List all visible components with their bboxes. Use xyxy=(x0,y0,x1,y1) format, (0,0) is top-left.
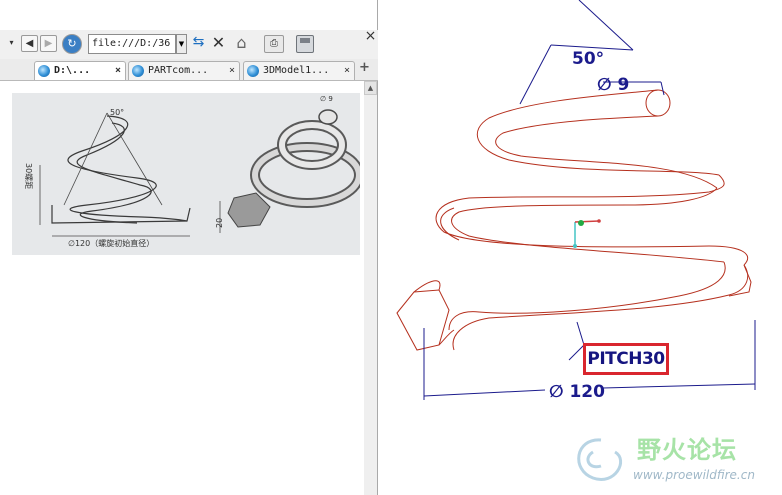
shaded-spring-render xyxy=(227,109,364,228)
tab-strip: D:\... × PARTcom... × 3DModel1... × + xyxy=(0,59,378,81)
scroll-up-arrow-icon[interactable]: ▲ xyxy=(364,81,377,95)
conical-spring-sketch xyxy=(51,115,191,224)
csys-marker xyxy=(573,219,601,248)
sketch-height-label: 20 xyxy=(215,218,224,228)
tab-2[interactable]: PARTcom... × xyxy=(128,61,240,80)
sketch-wire-label: ∅ 9 xyxy=(320,95,333,103)
back-icon[interactable]: ◀ xyxy=(21,35,38,52)
watermark-text: 野火论坛 xyxy=(637,436,737,464)
coil-wireframe xyxy=(396,89,752,351)
reference-drawing-svg: 50° ∅120（螺旋初始直径） 30螺距 20 ∅ 9 xyxy=(24,95,364,248)
tab-2-label: PARTcom... xyxy=(148,65,209,76)
cad-viewport-svg: 50° ∅ 9 ∅ 120 xyxy=(396,0,756,481)
sketch-pitch-label: 30螺距 xyxy=(24,163,34,189)
vertical-scrollbar[interactable]: ▲ xyxy=(364,81,377,495)
tab-1-label: D:\... xyxy=(54,65,91,76)
ie-page-icon xyxy=(132,65,144,77)
pitch-label-highlight[interactable]: PITCH30 xyxy=(583,343,669,375)
save-icon-shutter xyxy=(300,38,310,43)
address-dropdown-icon[interactable]: ▼ xyxy=(176,34,187,54)
sketch-angle-label: 50° xyxy=(110,108,124,117)
browser-toolbar: ▾ ◀ ▶ ↻ file:///D:/36 ▼ ⇆ ✕ ⌂ ⎙ × xyxy=(0,29,379,60)
pitch-label: PITCH30 xyxy=(587,349,665,369)
tab-1-close-icon[interactable]: × xyxy=(115,62,121,79)
cad-viewport[interactable]: 50° ∅ 9 ∅ 120 PITCH30 野火论坛 www.proewildf… xyxy=(379,0,782,495)
tab-3[interactable]: 3DModel1... × xyxy=(243,61,355,80)
tab-2-close-icon[interactable]: × xyxy=(229,62,235,79)
home-icon[interactable]: ⌂ xyxy=(233,35,250,52)
toolbar-menu-icon[interactable]: ▾ xyxy=(3,35,20,52)
coil-top-end xyxy=(645,89,671,117)
cad-diameter-dimension[interactable]: ∅ 120 xyxy=(549,382,605,402)
tab-3-close-icon[interactable]: × xyxy=(344,62,350,79)
new-tab-button[interactable]: + xyxy=(359,60,370,75)
watermark-logo-icon xyxy=(577,438,622,481)
forward-icon[interactable]: ▶ xyxy=(40,35,57,52)
stop-icon[interactable]: ✕ xyxy=(210,35,227,52)
ie-page-icon xyxy=(247,65,259,77)
history-icon[interactable]: ↻ xyxy=(62,34,82,54)
sketch-dimensions xyxy=(39,112,221,237)
coil-bottom-end xyxy=(396,289,450,351)
address-field[interactable]: file:///D:/36 xyxy=(88,34,176,54)
ie-page-icon xyxy=(38,65,50,77)
save-icon[interactable] xyxy=(296,35,314,53)
sketch-diameter-label: ∅120（螺旋初始直径） xyxy=(68,238,154,248)
cad-angle-dimension[interactable]: 50° xyxy=(572,49,604,69)
watermark-url: www.proewildfire.cn xyxy=(633,468,755,482)
print-icon[interactable]: ⎙ xyxy=(264,35,284,53)
panel-close-icon[interactable]: × xyxy=(362,29,379,46)
reference-drawing-image: 50° ∅120（螺旋初始直径） 30螺距 20 ∅ 9 xyxy=(12,93,364,255)
browser-panel: ▾ ◀ ▶ ↻ file:///D:/36 ▼ ⇆ ✕ ⌂ ⎙ × D:\...… xyxy=(0,0,378,495)
refresh-icon[interactable]: ⇆ xyxy=(190,35,207,52)
cad-wire-dimension[interactable]: ∅ 9 xyxy=(597,75,629,95)
tab-3-label: 3DModel1... xyxy=(263,65,330,76)
tab-1[interactable]: D:\... × xyxy=(34,61,126,80)
